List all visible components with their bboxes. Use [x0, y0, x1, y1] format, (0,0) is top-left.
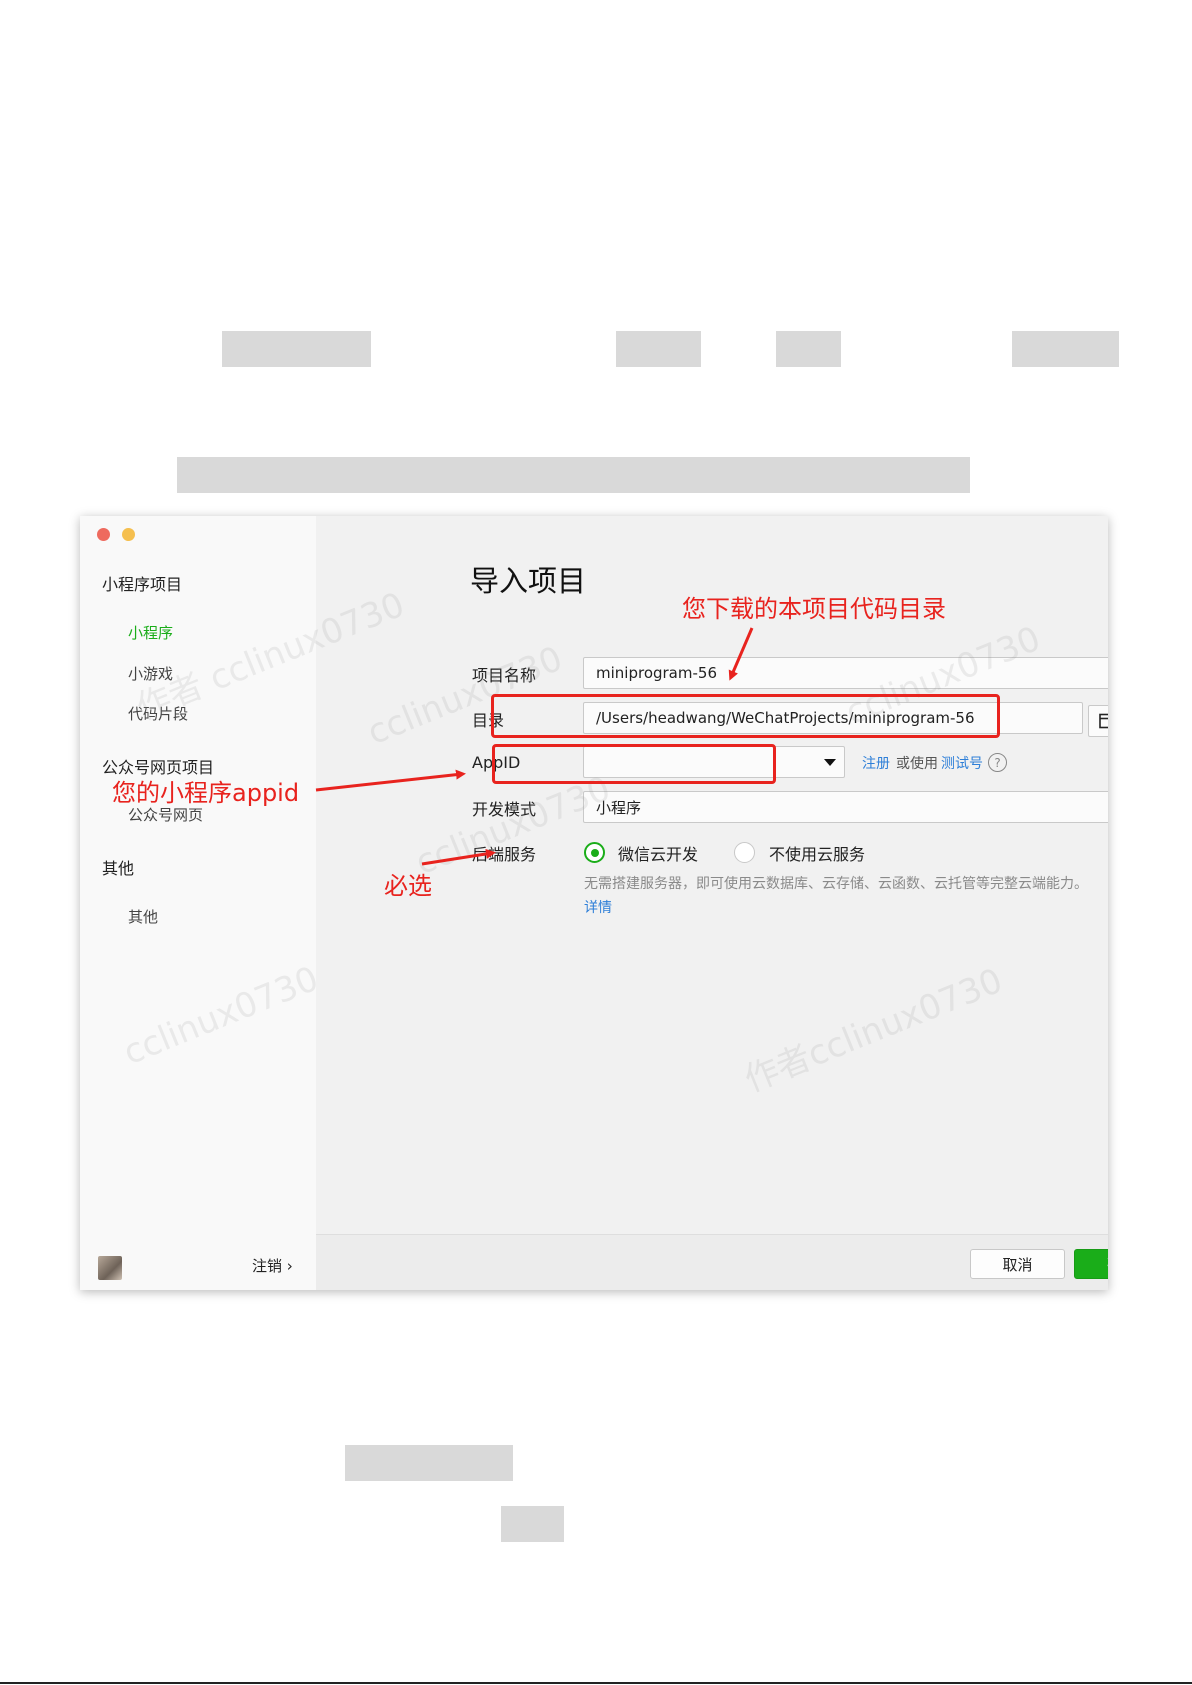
arrow-to-cloud-option	[421, 848, 496, 866]
annotation-arrows	[315, 627, 754, 866]
arrow-to-appid	[315, 769, 466, 792]
page-bottom-rule	[0, 1682, 1192, 1684]
arrow-to-directory	[728, 627, 754, 681]
